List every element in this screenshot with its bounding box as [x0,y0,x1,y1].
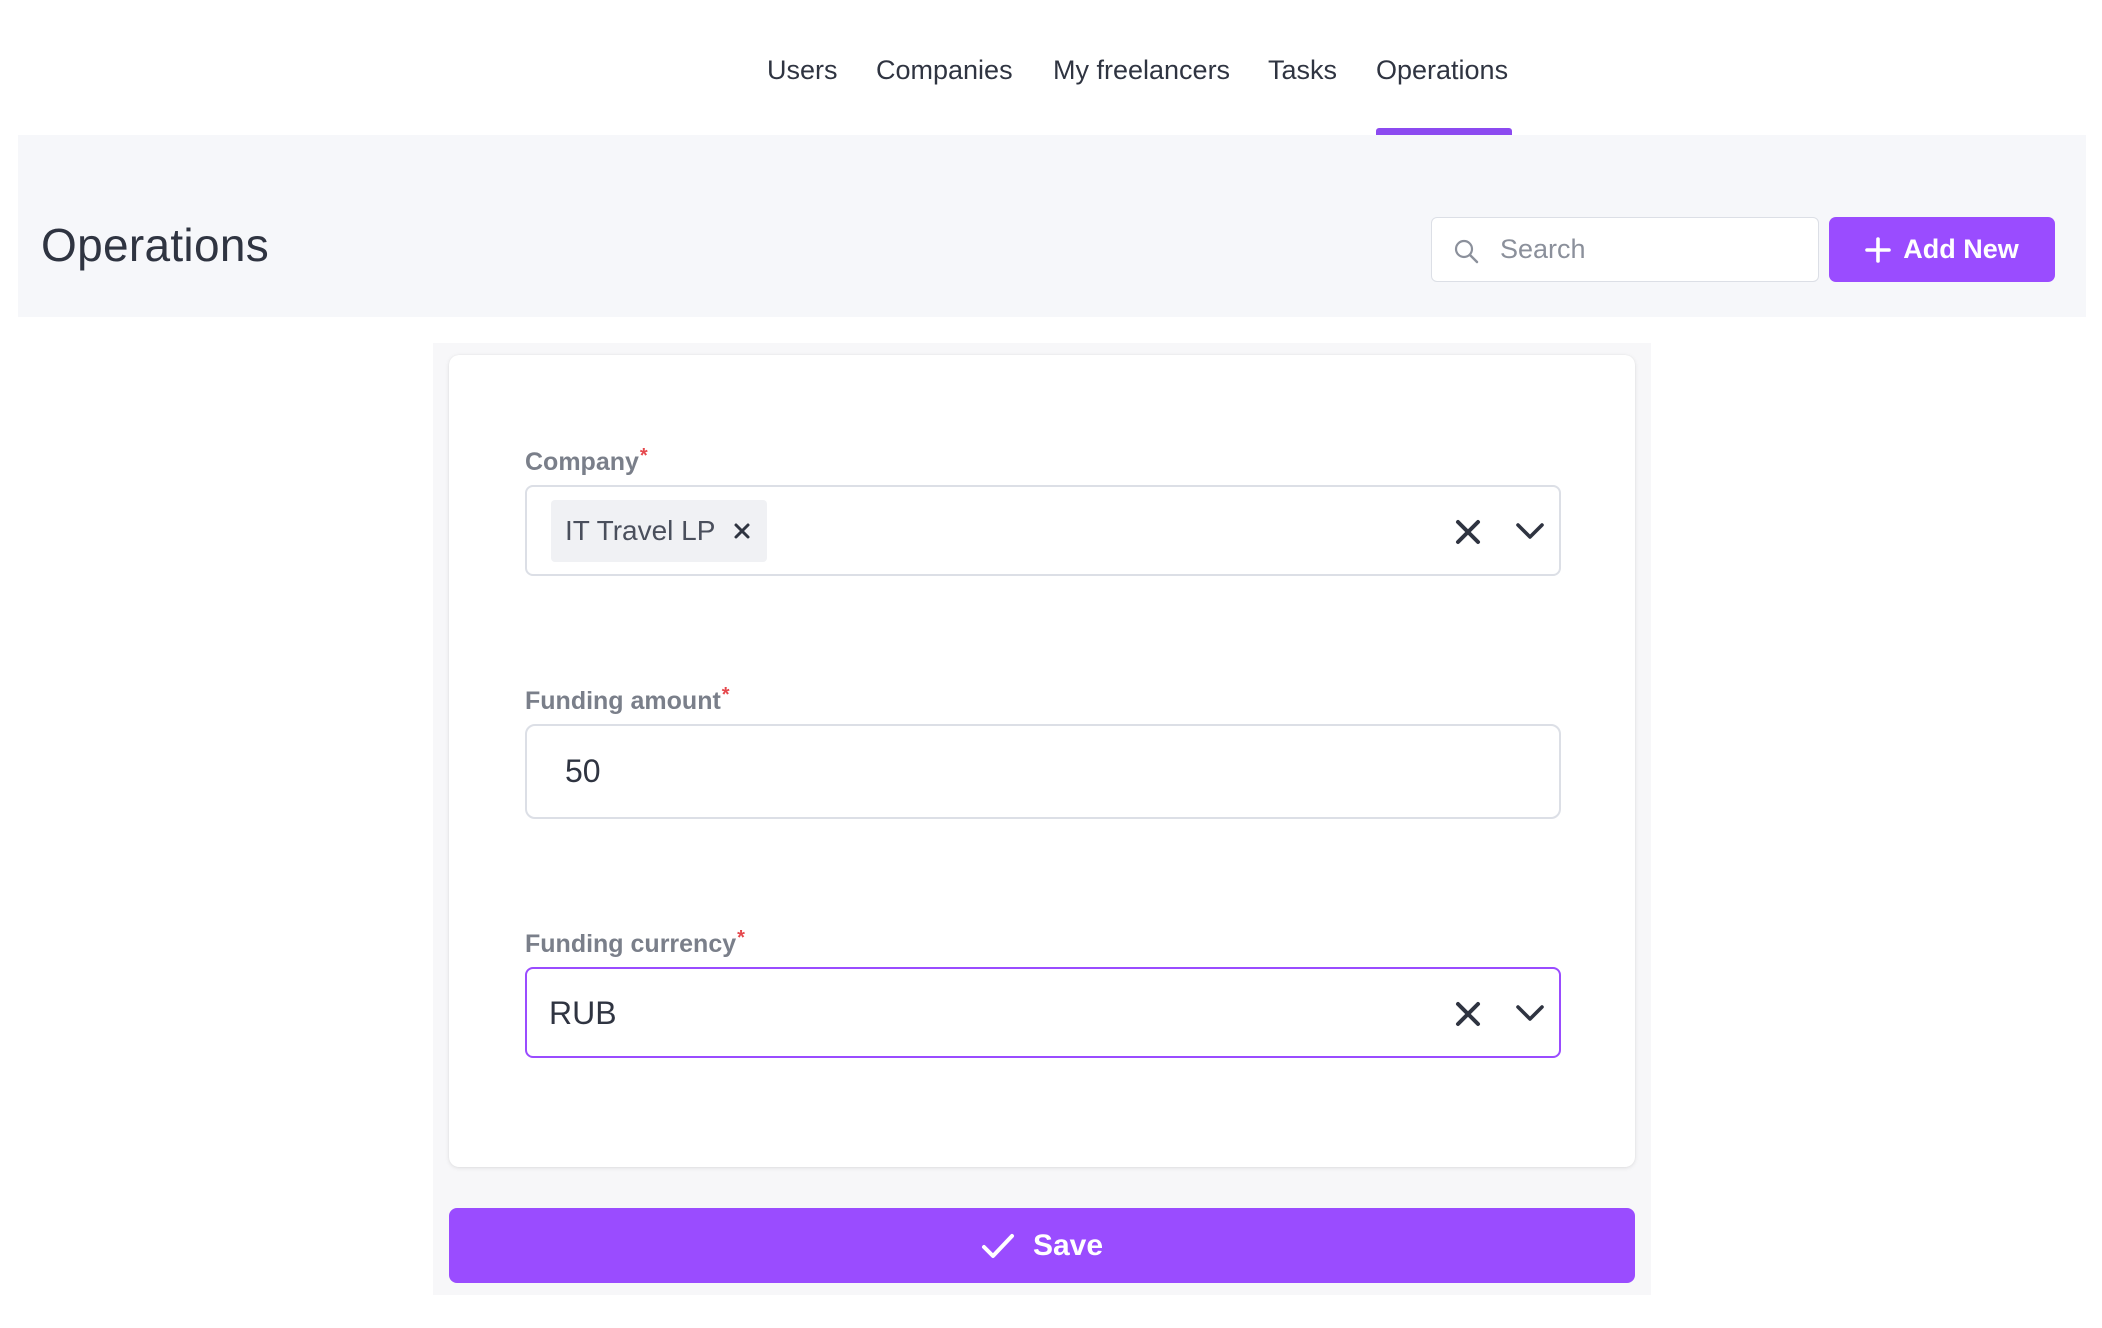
search-input[interactable] [1498,224,1798,274]
funding-amount-input[interactable] [525,724,1561,819]
top-navigation: Users Companies My freelancers Tasks Ope… [0,0,2102,135]
form-container: Company* IT Travel LP Funding amount* Fu… [433,343,1651,1295]
required-mark: * [721,684,730,706]
chip-remove-icon[interactable] [733,522,751,540]
required-mark: * [737,927,745,949]
save-label: Save [1032,1228,1104,1262]
funding-currency-select[interactable]: RUB [525,967,1561,1058]
search-icon [1454,239,1479,264]
chevron-down-icon[interactable] [1515,520,1545,542]
company-label: Company* [525,445,648,476]
page-title: Operations [41,219,270,271]
active-tab-indicator [1376,128,1512,135]
nav-tab-companies[interactable]: Companies [876,52,1013,88]
company-chip-label: IT Travel LP [565,515,716,546]
required-mark: * [639,445,648,467]
company-select[interactable]: IT Travel LP [525,485,1561,576]
check-icon [981,1233,1014,1258]
save-button[interactable]: Save [449,1208,1635,1283]
nav-tab-tasks[interactable]: Tasks [1268,52,1337,88]
chevron-down-icon[interactable] [1515,1002,1545,1024]
operation-form-card: Company* IT Travel LP Funding amount* Fu… [449,355,1635,1167]
clear-icon[interactable] [1455,1001,1481,1027]
nav-tab-users[interactable]: Users [767,52,838,88]
funding-currency-value: RUB [549,995,617,1031]
funding-amount-label: Funding amount* [525,684,730,715]
funding-currency-label: Funding currency* [525,927,745,958]
search-box[interactable] [1431,217,1819,282]
company-chip: IT Travel LP [551,500,768,562]
add-new-label: Add New [1903,234,2019,264]
add-new-button[interactable]: Add New [1829,217,2055,282]
nav-tab-my-freelancers[interactable]: My freelancers [1053,52,1230,88]
clear-icon[interactable] [1455,519,1481,545]
nav-tab-operations[interactable]: Operations [1376,52,1508,88]
page-header: Operations Add New [18,135,2086,317]
plus-icon [1865,236,1892,263]
